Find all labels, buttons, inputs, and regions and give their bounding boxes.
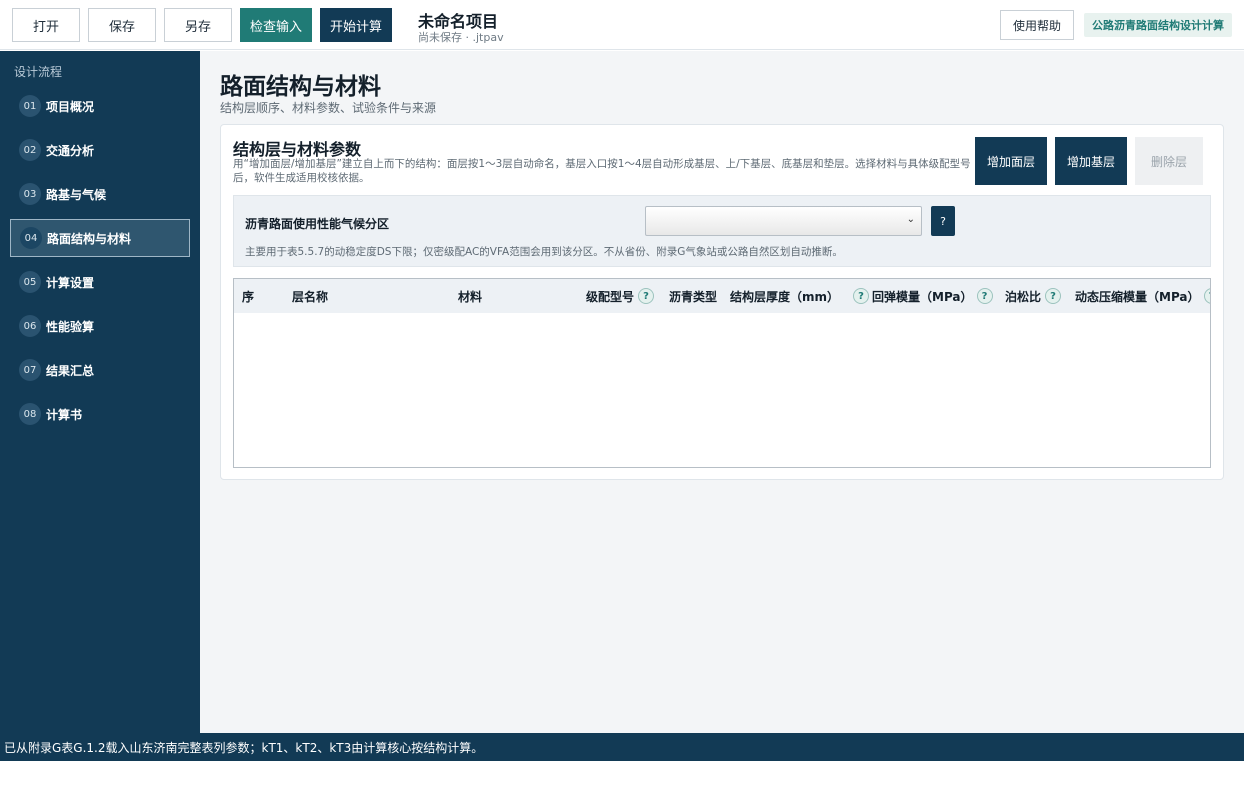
column-header-label: 泊松比 xyxy=(1005,289,1042,304)
climate-zone-help-button[interactable]: ? xyxy=(931,206,955,236)
climate-zone-select[interactable]: ⌄ xyxy=(645,206,922,236)
save-as-button[interactable]: 另存 xyxy=(164,8,232,42)
sidebar-item-label: 项目概况 xyxy=(46,99,95,114)
sidebar-item-label: 结果汇总 xyxy=(46,363,95,378)
sidebar-item-label: 路基与气候 xyxy=(46,187,107,202)
layer-material-card: 结构层与材料参数 用“增加面层/增加基层”建立自上而下的结构：面层按1～3层自动… xyxy=(220,124,1224,480)
save-button[interactable]: 保存 xyxy=(88,8,156,42)
climate-zone-label: 沥青路面使用性能气候分区 xyxy=(245,217,390,231)
layer-table: 序层名称 材料 级配型号? 沥青类型 结构层厚度（mm）? 回弹模量（MPa）? 泊松比? 动… xyxy=(233,278,1211,468)
help-icon[interactable]: ? xyxy=(976,288,993,304)
step-number-badge: 03 xyxy=(19,183,41,205)
delete-layer-button[interactable]: 删除层 xyxy=(1135,137,1203,185)
climate-zone-note: 主要用于表5.5.7的动稳定度DS下限；仅密级配AC的VFA范围会用到该分区。不… xyxy=(245,246,843,258)
sidebar-title: 设计流程 xyxy=(14,65,63,79)
column-header-label: 级配型号 xyxy=(586,289,635,304)
help-icon[interactable]: ? xyxy=(1045,288,1062,304)
layer-table-header: 序层名称 材料 级配型号? 沥青类型 结构层厚度（mm）? 回弹模量（MPa）? 泊松比? 动… xyxy=(234,279,1210,313)
help-icon[interactable]: ? xyxy=(1203,288,1210,304)
column-header: 材料 xyxy=(458,279,482,313)
check-input-button[interactable]: 检查输入 xyxy=(240,8,312,42)
start-calc-button[interactable]: 开始计算 xyxy=(320,8,392,42)
page-subtitle: 结构层顺序、材料参数、试验条件与来源 xyxy=(220,101,437,115)
column-header-label: 沥青类型 xyxy=(669,289,718,304)
column-header: 层名称 xyxy=(292,279,328,313)
column-header: 序 xyxy=(242,279,254,313)
column-header-label: 动态压缩模量（MPa） xyxy=(1075,289,1200,304)
main-content: 路面结构与材料 结构层顺序、材料参数、试验条件与来源 结构层与材料参数 用“增加… xyxy=(200,51,1244,733)
step-number-badge: 08 xyxy=(19,403,41,425)
step-number-badge: 07 xyxy=(19,359,41,381)
status-bar: 已从附录G表G.1.2载入山东济南完整表列参数；kT1、kT2、kT3由计算核心… xyxy=(0,733,1244,761)
project-save-status: 尚未保存 · .jtpav xyxy=(418,31,504,44)
column-header: 沥青类型 xyxy=(669,279,717,313)
column-header-label: 材料 xyxy=(458,289,483,304)
column-header-label: 回弹模量（MPa） xyxy=(872,289,973,304)
climate-zone-panel: 沥青路面使用性能气候分区 ⌄ ? 主要用于表5.5.7的动稳定度DS下限；仅密级… xyxy=(233,195,1211,267)
add-base-layer-button[interactable]: 增加基层 xyxy=(1055,137,1127,185)
sidebar-item-01[interactable]: 01 项目概况 xyxy=(10,87,190,125)
step-number-badge: 05 xyxy=(19,271,41,293)
chevron-down-icon: ⌄ xyxy=(906,214,915,225)
column-header: 动态压缩模量（MPa）? xyxy=(1075,279,1210,313)
column-header: 级配型号? xyxy=(586,279,655,313)
step-number-badge: 02 xyxy=(19,139,41,161)
column-header: 回弹模量（MPa）? xyxy=(872,279,993,313)
column-header-label: 层名称 xyxy=(292,289,329,304)
column-header-label: 结构层厚度（mm） xyxy=(730,289,840,304)
step-number-badge: 01 xyxy=(19,95,41,117)
card-description: 用“增加面层/增加基层”建立自上而下的结构：面层按1～3层自动命名，基层入口按1… xyxy=(233,158,971,184)
sidebar-item-label: 性能验算 xyxy=(46,319,95,334)
sidebar-item-05[interactable]: 05 计算设置 xyxy=(10,263,190,301)
sidebar: 设计流程 01 项目概况 02 交通分析 03 路基与气候 04 路面结构与材料 05 计算设置 0… xyxy=(0,51,200,733)
sidebar-item-label: 计算设置 xyxy=(46,275,95,290)
sidebar-item-03[interactable]: 03 路基与气候 xyxy=(10,175,190,213)
sidebar-item-06[interactable]: 06 性能验算 xyxy=(10,307,190,345)
sidebar-item-07[interactable]: 07 结果汇总 xyxy=(10,351,190,389)
sidebar-item-label: 路面结构与材料 xyxy=(47,231,132,246)
step-number-badge: 04 xyxy=(20,227,42,249)
sidebar-item-04[interactable]: 04 路面结构与材料 xyxy=(10,219,190,257)
top-toolbar: 打开 保存 另存 检查输入 开始计算 未命名项目 尚未保存 · .jtpav 使… xyxy=(0,0,1244,50)
column-header-label: 序 xyxy=(242,289,255,304)
column-header: 泊松比? xyxy=(1005,279,1062,313)
open-button[interactable]: 打开 xyxy=(12,8,80,42)
sidebar-item-label: 计算书 xyxy=(46,407,83,422)
add-surface-layer-button[interactable]: 增加面层 xyxy=(975,137,1047,185)
sidebar-item-02[interactable]: 02 交通分析 xyxy=(10,131,190,169)
step-number-badge: 06 xyxy=(19,315,41,337)
sidebar-item-08[interactable]: 08 计算书 xyxy=(10,395,190,433)
sidebar-item-label: 交通分析 xyxy=(46,143,95,158)
help-button[interactable]: 使用帮助 xyxy=(1000,10,1074,40)
help-icon[interactable]: ? xyxy=(638,288,655,304)
app-name-badge: 公路沥青路面结构设计计算 xyxy=(1084,13,1232,37)
help-icon[interactable]: ? xyxy=(853,288,870,304)
page-title: 路面结构与材料 xyxy=(220,74,381,100)
column-header: 结构层厚度（mm）? xyxy=(730,279,870,313)
